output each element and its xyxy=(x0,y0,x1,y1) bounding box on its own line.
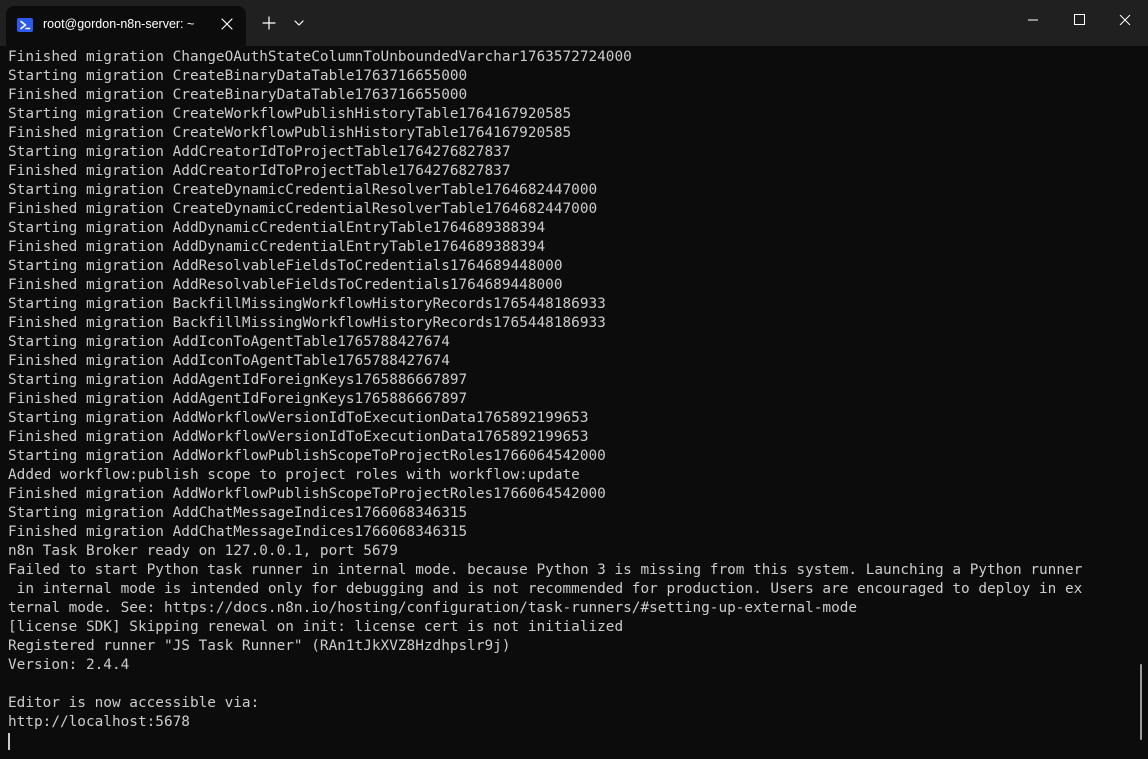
terminal-line: Finished migration CreateBinaryDataTable… xyxy=(8,87,468,103)
terminal-line: Starting migration AddWorkflowPublishSco… xyxy=(8,448,606,464)
terminal-line: Version: 2.4.4 xyxy=(8,657,130,673)
terminal-line: Starting migration AddIconToAgentTable17… xyxy=(8,334,450,350)
terminal-line: Starting migration AddWorkflowVersionIdT… xyxy=(8,410,589,426)
plus-icon[interactable] xyxy=(254,8,284,38)
terminal-line: ternal mode. See: https://docs.n8n.io/ho… xyxy=(8,600,858,616)
terminal-line: Finished migration AddChatMessageIndices… xyxy=(8,524,468,540)
terminal-tab[interactable]: root@gordon-n8n-server: ~ xyxy=(6,6,246,46)
tab-title: root@gordon-n8n-server: ~ xyxy=(43,17,195,31)
terminal-line: Added workflow:publish scope to project … xyxy=(8,467,580,483)
terminal-line: Finished migration AddWorkflowVersionIdT… xyxy=(8,429,589,445)
terminal-window: root@gordon-n8n-server: ~ Finished migra… xyxy=(0,0,1148,759)
terminal-line: Starting migration AddCreatorIdToProject… xyxy=(8,144,511,160)
terminal-output[interactable]: Finished migration ChangeOAuthStateColum… xyxy=(8,48,1134,756)
terminal-line: n8n Task Broker ready on 127.0.0.1, port… xyxy=(8,543,398,559)
terminal-line: Starting migration CreateWorkflowPublish… xyxy=(8,106,572,122)
terminal-line: Finished migration AddResolvableFieldsTo… xyxy=(8,277,563,293)
terminal-line: Starting migration CreateDynamicCredenti… xyxy=(8,182,598,198)
terminal-line: Finished migration CreateDynamicCredenti… xyxy=(8,201,598,217)
terminal-line: Finished migration ChangeOAuthStateColum… xyxy=(8,49,632,65)
terminal-line: Finished migration BackfillMissingWorkfl… xyxy=(8,315,606,331)
terminal-line: Starting migration AddChatMessageIndices… xyxy=(8,505,468,521)
scrollbar-thumb[interactable] xyxy=(1140,664,1142,740)
terminal-line: Finished migration AddAgentIdForeignKeys… xyxy=(8,391,468,407)
terminal-line: Starting migration CreateBinaryDataTable… xyxy=(8,68,468,84)
terminal-line: Starting migration AddDynamicCredentialE… xyxy=(8,220,546,236)
text-cursor xyxy=(8,733,10,750)
minimize-icon[interactable] xyxy=(1010,0,1056,40)
terminal-line: Registered runner "JS Task Runner" (RAn1… xyxy=(8,638,511,654)
terminal-line: Editor is now accessible via: xyxy=(8,695,260,711)
chevron-down-icon[interactable] xyxy=(284,8,314,38)
terminal-line: Finished migration AddCreatorIdToProject… xyxy=(8,163,511,179)
terminal-line: Finished migration CreateWorkflowPublish… xyxy=(8,125,572,141)
terminal-line: Starting migration BackfillMissingWorkfl… xyxy=(8,296,606,312)
prompt-line[interactable] xyxy=(8,732,1134,751)
maximize-icon[interactable] xyxy=(1056,0,1102,40)
terminal-line: Finished migration AddIconToAgentTable17… xyxy=(8,353,450,369)
close-tab-icon[interactable] xyxy=(217,14,237,34)
terminal-line: Starting migration AddAgentIdForeignKeys… xyxy=(8,372,468,388)
terminal-line: Failed to start Python task runner in in… xyxy=(8,562,1083,578)
terminal-line: Finished migration AddDynamicCredentialE… xyxy=(8,239,546,255)
title-bar[interactable]: root@gordon-n8n-server: ~ xyxy=(0,0,1148,46)
powershell-icon xyxy=(17,17,33,33)
terminal-line: in internal mode is intended only for de… xyxy=(8,581,1083,597)
terminal-line: Finished migration AddWorkflowPublishSco… xyxy=(8,486,606,502)
terminal-line: Starting migration AddResolvableFieldsTo… xyxy=(8,258,563,274)
terminal-line: [license SDK] Skipping renewal on init: … xyxy=(8,619,624,635)
terminal-line: http://localhost:5678 xyxy=(8,714,190,730)
close-icon[interactable] xyxy=(1102,0,1148,40)
